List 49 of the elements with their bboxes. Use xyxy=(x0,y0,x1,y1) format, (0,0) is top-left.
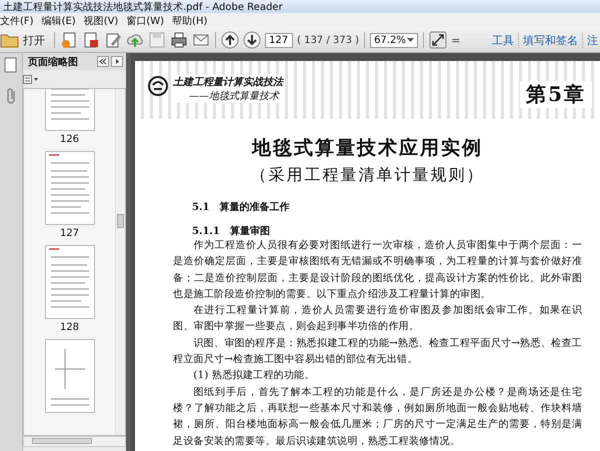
page-subtitle: （采用工程量清单计量规则） xyxy=(250,165,486,186)
book-subtitle: ——地毯式算量技术 xyxy=(188,90,281,103)
edit-icon[interactable] xyxy=(104,31,122,49)
options-icon[interactable] xyxy=(23,75,39,85)
toolbar-link[interactable]: 填写和签名 xyxy=(518,32,578,48)
page-number-label: 126 xyxy=(60,134,80,145)
fit-page-icon[interactable] xyxy=(429,31,448,49)
page-number-label: 128 xyxy=(60,322,80,333)
horizontal-scrollbar[interactable] xyxy=(23,436,126,447)
page-title: 地毯式算量技术应用实例 xyxy=(250,136,484,161)
menu-item[interactable]: 窗口(W) xyxy=(126,14,164,28)
section-heading: 5.1 算量的准备工作 xyxy=(192,200,290,214)
subsection-heading: 5.1.1 算量审图 xyxy=(192,224,271,238)
folder-icon xyxy=(0,32,20,48)
expand-icon[interactable] xyxy=(111,56,123,67)
pages-icon[interactable] xyxy=(4,57,18,73)
page-count: ( 137 / 373 ) xyxy=(297,34,360,46)
menu-item[interactable]: 编辑(E) xyxy=(42,14,76,28)
body-paragraph: (1) 熟悉拟建工程的功能。 xyxy=(192,368,316,384)
page-thumbnail[interactable] xyxy=(44,151,94,225)
document-icon[interactable] xyxy=(82,31,100,49)
book-title: 土建工程量计算实战技法 xyxy=(173,75,283,89)
window-title: 土建工程量计算实战技法地毯式算量技术.pdf - Adobe Reader xyxy=(3,0,283,14)
menu-item[interactable]: 文件(F) xyxy=(0,14,34,28)
arrow-up-icon[interactable] xyxy=(221,31,239,49)
body-paragraph: 识图、审图的程序是：熟悉拟建工程的功能→熟悉、检查工程平面尺寸→熟悉、检查工程立面尺寸→检查施工图中容易出错的部位有无出错。 xyxy=(172,336,583,368)
collapse-icon[interactable] xyxy=(97,56,109,67)
print-icon[interactable] xyxy=(170,31,188,49)
page-thumbnail[interactable] xyxy=(44,245,94,319)
vertical-scrollbar[interactable] xyxy=(115,89,125,435)
toolbar-link[interactable]: 注 xyxy=(582,32,598,48)
arrow-down-icon[interactable] xyxy=(243,31,261,49)
menu-item[interactable]: 帮助(H) xyxy=(172,14,208,28)
menu-item[interactable]: 视图(V) xyxy=(84,14,118,28)
caret-icon xyxy=(407,38,414,42)
toolbar-link[interactable]: 工具 xyxy=(488,32,514,48)
document-icon[interactable] xyxy=(60,31,78,49)
open-button[interactable]: 打开 xyxy=(0,32,49,48)
menu-glyph[interactable]: = xyxy=(451,34,460,46)
body-paragraph: 图纸到手后，首先了解本工程的功能是什么，是厂房还是办公楼？是商场还是住宅楼？了解功能之后，再联想一些基本尺寸和装修，例如厕所地面一般会贴地砖、作块料墙裙，厕所、阳台楼地面标高一般会低几厘米；厂房的尺寸一定满足生产的需要，特别是满足设备安装的需要等。最后识读建筑说明，熟悉工程装修情况。 xyxy=(172,386,583,449)
page-thumbnail[interactable] xyxy=(44,339,94,413)
body-paragraph: 在进行工程量计算前，造价人员需要进行造价审图及参加图纸会审工作。如果在识图、审图中掌握一些要点，则会起到事半功倍的作用。 xyxy=(172,304,583,334)
logo-icon xyxy=(147,75,169,97)
panel-title: 页面缩略图 xyxy=(28,56,79,68)
chapter-label: 第5章 xyxy=(520,81,592,108)
zoom-dropdown[interactable]: 67.2% xyxy=(370,32,418,48)
body-paragraph: 作为工程造价人员很有必要对图纸进行一次审核，造价人员审图集中于两个层面：一是造价确定层面，主要是审核图纸有无错漏或不明确事项，为工程量的计算与套价做好准备；二是造价控制层面，主要是设计阶段的图纸优化，提高设计方案的性价比。此外审图也是施工阶段造价控制的需要。以下重点介绍涉及工程量计算的审图。 xyxy=(172,238,583,302)
page-number-field[interactable]: 127 xyxy=(265,32,293,48)
page-number-label: 127 xyxy=(60,228,80,239)
